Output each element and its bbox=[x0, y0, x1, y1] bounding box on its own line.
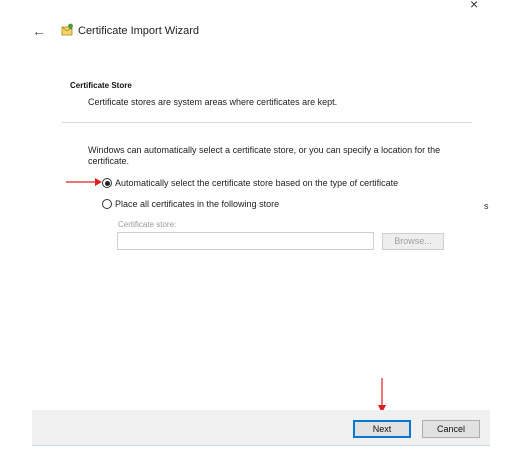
header-divider bbox=[62, 122, 472, 123]
annotation-arrow-right bbox=[66, 178, 102, 186]
radio-auto-select-label: Automatically select the certificate sto… bbox=[115, 178, 399, 188]
intro-text: Windows can automatically select a certi… bbox=[88, 145, 441, 166]
side-mark-text: s bbox=[484, 201, 489, 211]
radio-button-unselected[interactable] bbox=[102, 199, 112, 209]
radio-auto-select[interactable]: Automatically select the certificate sto… bbox=[102, 176, 398, 190]
certificate-store-field[interactable] bbox=[117, 232, 374, 250]
cancel-button[interactable]: Cancel bbox=[422, 420, 480, 438]
section-title: Certificate Store bbox=[70, 81, 132, 90]
browse-button[interactable]: Browse... bbox=[382, 233, 444, 250]
wizard-footer: Next Cancel bbox=[32, 410, 490, 446]
close-icon[interactable]: × bbox=[470, 0, 478, 11]
certificate-wizard-icon bbox=[61, 23, 73, 36]
window-title: Certificate Import Wizard bbox=[78, 25, 200, 37]
radio-place-in-store[interactable]: Place all certificates in the following … bbox=[102, 197, 279, 211]
back-arrow-icon[interactable]: ← bbox=[32, 24, 46, 38]
certificate-store-label: Certificate store: bbox=[118, 220, 177, 229]
section-description: Certificate stores are system areas wher… bbox=[88, 97, 338, 107]
next-button[interactable]: Next bbox=[353, 420, 411, 438]
radio-place-in-store-label: Place all certificates in the following … bbox=[115, 199, 280, 209]
annotation-arrow-down bbox=[378, 378, 386, 413]
